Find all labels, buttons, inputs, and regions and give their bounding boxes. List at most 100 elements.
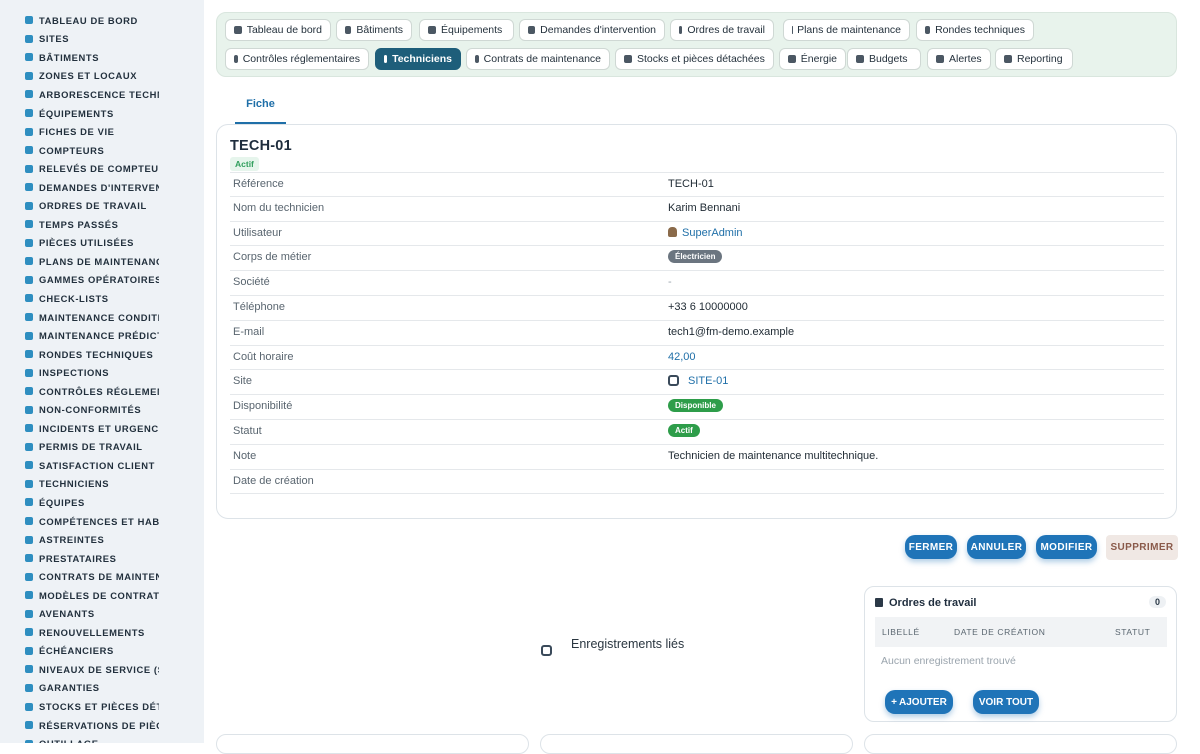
sidebar-item[interactable]: TABLEAU DE BORD — [0, 11, 204, 30]
sidebar-item[interactable]: NIVEAUX DE SERVICE (SL — [0, 660, 204, 679]
sidebar-item[interactable]: CONTRÔLES RÉGLEMENT — [0, 382, 204, 401]
sidebar-item[interactable]: CONTRATS DE MAINTENA — [0, 567, 204, 586]
module-tab[interactable]: Équipements — [419, 19, 514, 41]
dashboard-icon — [24, 16, 33, 25]
sidebar-item[interactable]: COMPÉTENCES ET HABIL — [0, 512, 204, 531]
module-tab[interactable]: Demandes d'intervention — [519, 19, 665, 41]
sidebar-item[interactable]: RONDES TECHNIQUES — [0, 345, 204, 364]
sidebar-item[interactable]: ASTREINTES — [0, 530, 204, 549]
sidebar-item[interactable]: ARBORESCENCE TECHNI — [0, 85, 204, 104]
linked-card-stub — [216, 734, 529, 754]
sidebar-item-label: SATISFACTION CLIENT — [39, 460, 159, 471]
sidebar-item-label: PERMIS DE TRAVAIL — [39, 441, 159, 452]
field-value[interactable]: SuperAdmin — [668, 227, 743, 239]
field-value[interactable]: 42,00 — [668, 351, 696, 363]
module-tab[interactable]: Contrats de maintenance — [466, 48, 610, 70]
sidebar-item-label: COMPTEURS — [39, 145, 159, 156]
field-value[interactable]: SITE-01 — [668, 375, 728, 387]
edit-button[interactable]: MODIFIER — [1036, 535, 1097, 559]
sidebar-item[interactable]: MAINTENANCE CONDITIO — [0, 308, 204, 327]
field-row: Téléphone+33 6 10000000 — [230, 296, 1164, 321]
module-tab[interactable]: Contrôles réglementaires — [225, 48, 369, 70]
module-tab[interactable]: Bâtiments — [336, 19, 412, 41]
sidebar-item[interactable]: PLANS DE MAINTENANCE — [0, 252, 204, 271]
sidebar-item-label: ARBORESCENCE TECHNI — [39, 89, 159, 100]
tab-fiche[interactable]: Fiche — [235, 92, 286, 124]
sidebar-item[interactable]: PIÈCES UTILISÉES — [0, 234, 204, 253]
column-header-libelle[interactable]: LIBELLÉ — [882, 627, 920, 637]
sidebar-item[interactable]: SITES — [0, 30, 204, 49]
sidebar-item[interactable]: GARANTIES — [0, 679, 204, 698]
sidebar-item[interactable]: PRESTATAIRES — [0, 549, 204, 568]
sidebar-item[interactable]: FICHES DE VIE — [0, 122, 204, 141]
template-icon — [24, 591, 33, 600]
sidebar-item[interactable]: MAINTENANCE PRÉDICTI — [0, 326, 204, 345]
field-label: Date de création — [233, 475, 314, 487]
module-tab[interactable]: Reporting — [995, 48, 1073, 70]
close-button[interactable]: FERMER — [905, 535, 957, 559]
field-row: SiteSITE-01 — [230, 370, 1164, 395]
column-header-date[interactable]: DATE DE CRÉATION — [954, 627, 1045, 637]
module-tab[interactable]: Tableau de bord — [225, 19, 331, 41]
sidebar-item[interactable]: CHECK-LISTS — [0, 289, 204, 308]
site-link[interactable]: SITE-01 — [688, 375, 728, 387]
module-tab[interactable]: Techniciens — [375, 48, 461, 70]
sidebar-item[interactable]: NON-CONFORMITÉS — [0, 400, 204, 419]
bell-icon — [936, 55, 944, 63]
dashboard-icon — [234, 26, 242, 34]
module-tab-bar: Tableau de bordBâtiments ÉquipementsDeman… — [216, 12, 1177, 77]
column-header-statut[interactable]: STATUT — [1115, 627, 1150, 637]
sidebar-item[interactable]: RELEVÉS DE COMPTEURS — [0, 159, 204, 178]
sidebar-item[interactable]: ÉCHÉANCIERS — [0, 642, 204, 661]
reservation-icon — [24, 721, 33, 730]
sidebar-item[interactable]: RENOUVELLEMENTS — [0, 623, 204, 642]
hardhat-icon — [24, 479, 33, 488]
sidebar-item[interactable]: ZONES ET LOCAUX — [0, 67, 204, 86]
field-row: StatutActif — [230, 420, 1164, 445]
sidebar-item[interactable]: DEMANDES D'INTERVENT — [0, 178, 204, 197]
sidebar-item[interactable]: INSPECTIONS — [0, 363, 204, 382]
view-all-button[interactable]: VOIR TOUT — [973, 690, 1039, 714]
sidebar-item[interactable]: GAMMES OPÉRATOIRES — [0, 271, 204, 290]
zones-icon — [24, 71, 33, 80]
sidebar-item[interactable]: MODÈLES DE CONTRATS — [0, 586, 204, 605]
module-tab[interactable]: Rondes techniques — [916, 19, 1034, 41]
sidebar-item[interactable]: PERMIS DE TRAVAIL — [0, 438, 204, 457]
sidebar-item-label: RÉSERVATIONS DE PIÈCE — [39, 720, 159, 731]
sidebar-item[interactable]: COMPTEURS — [0, 141, 204, 160]
sidebar-item[interactable]: AVENANTS — [0, 605, 204, 624]
module-tab[interactable]: Alertes — [927, 48, 991, 70]
sidebar-item[interactable]: TEMPS PASSÉS — [0, 215, 204, 234]
sidebar-item[interactable]: ORDRES DE TRAVAIL — [0, 196, 204, 215]
sidebar-item-label: SITES — [39, 33, 159, 44]
add-button[interactable]: + AJOUTER — [885, 690, 953, 714]
sidebar-item-label: INSPECTIONS — [39, 367, 159, 378]
module-tab[interactable]: Budgets — [847, 48, 921, 70]
user-link[interactable]: SuperAdmin — [682, 227, 743, 239]
badge-icon — [24, 517, 33, 526]
pie-icon — [1004, 55, 1012, 63]
sidebar-item[interactable]: SATISFACTION CLIENT — [0, 456, 204, 475]
cancel-button[interactable]: ANNULER — [967, 535, 1026, 559]
sidebar-item[interactable]: TECHNICIENS — [0, 475, 204, 494]
sidebar-item[interactable]: RÉSERVATIONS DE PIÈCE — [0, 716, 204, 735]
sidebar-item[interactable]: INCIDENTS ET URGENCES — [0, 419, 204, 438]
sidebar-item-label: RONDES TECHNIQUES — [39, 349, 159, 360]
field-row: NoteTechnicien de maintenance multitechn… — [230, 445, 1164, 470]
team-icon — [24, 498, 33, 507]
module-tab[interactable]: Plans de maintenance — [783, 19, 910, 41]
readings-icon — [24, 164, 33, 173]
history-icon — [24, 127, 33, 136]
module-tab[interactable]: Ordres de travail — [670, 19, 774, 41]
sidebar-item-label: RENOUVELLEMENTS — [39, 627, 159, 638]
module-tab[interactable]: Stocks et pièces détachées — [615, 48, 774, 70]
sidebar-item-label: NON-CONFORMITÉS — [39, 404, 159, 415]
delete-button[interactable]: SUPPRIMER — [1106, 535, 1178, 560]
sidebar-item[interactable]: STOCKS ET PIÈCES DÉTA — [0, 697, 204, 716]
sidebar-item[interactable]: OUTILLAGE — [0, 734, 204, 743]
sidebar-item[interactable]: BÂTIMENTS — [0, 48, 204, 67]
module-tab[interactable]: Énergie — [779, 48, 846, 70]
sidebar-item[interactable]: ÉQUIPEMENTS — [0, 104, 204, 123]
module-tab-label: Contrôles réglementaires — [243, 53, 360, 65]
sidebar-item[interactable]: ÉQUIPES — [0, 493, 204, 512]
